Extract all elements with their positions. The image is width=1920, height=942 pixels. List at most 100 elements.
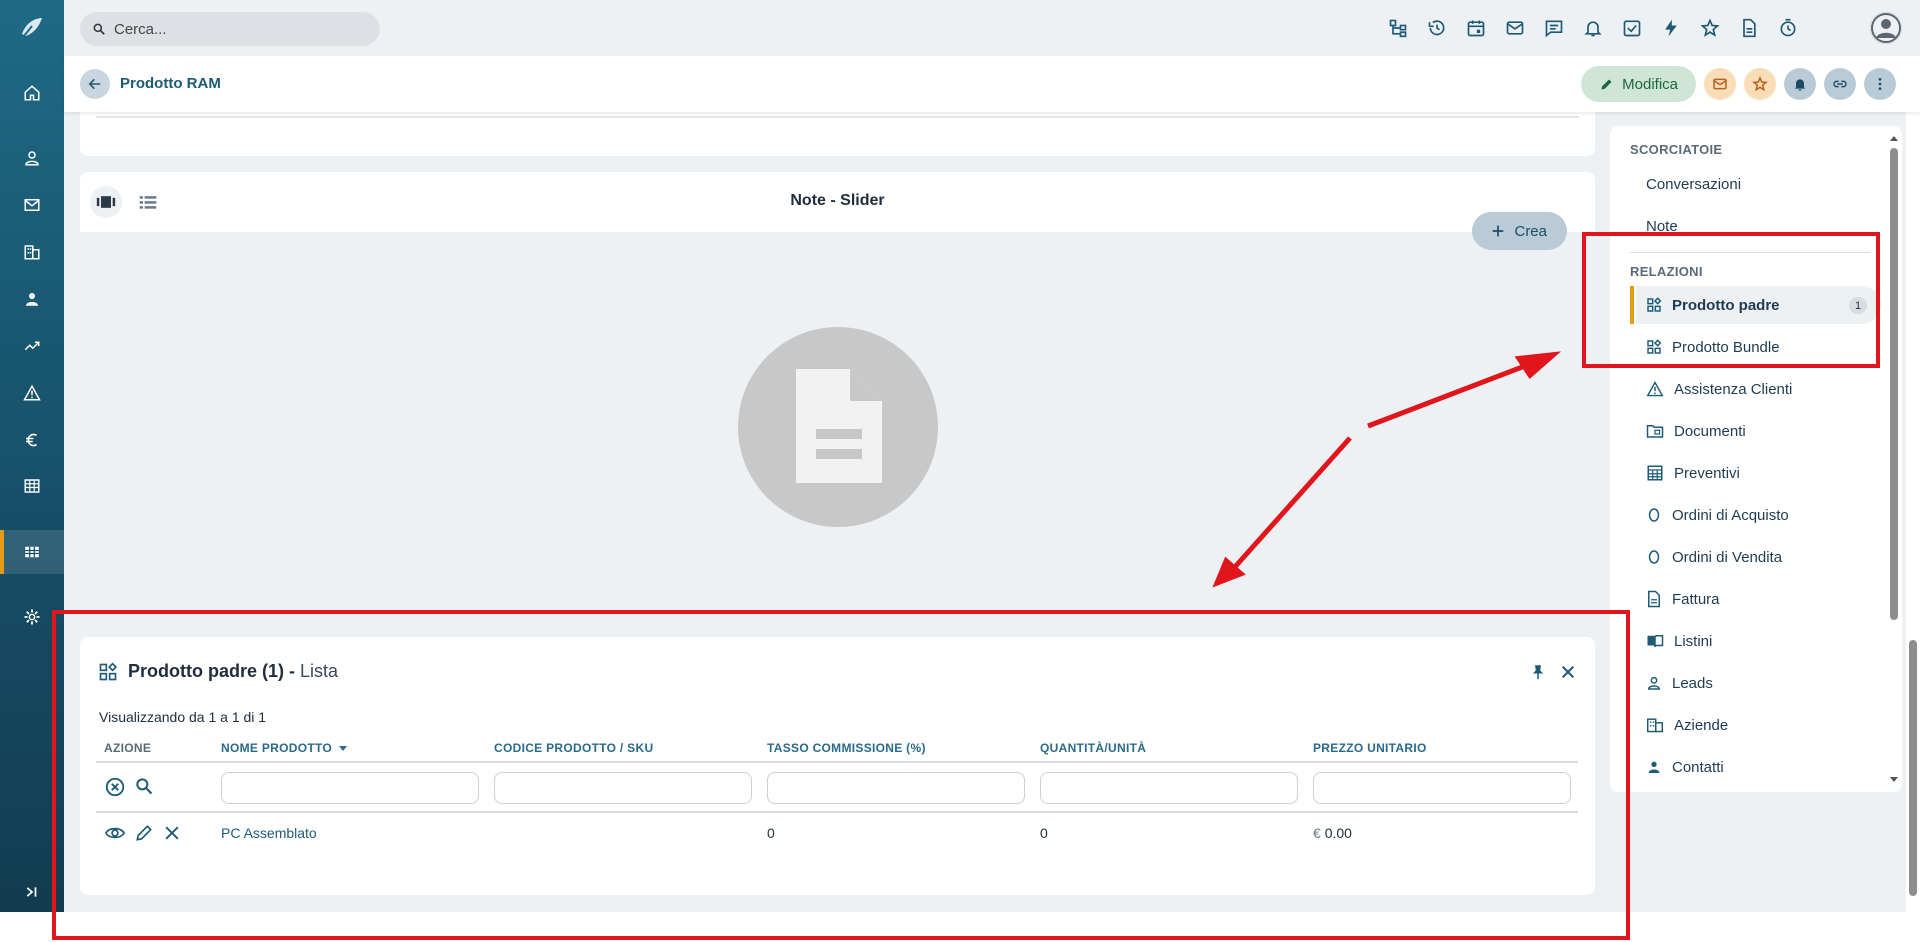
clear-filter-icon[interactable] bbox=[104, 776, 126, 798]
bolt-icon[interactable] bbox=[1658, 14, 1683, 42]
home-icon[interactable] bbox=[0, 71, 64, 115]
relation-customer-support-label: Assistenza Clienti bbox=[1674, 380, 1793, 398]
record-header: Prodotto RAM Modifica bbox=[64, 56, 1920, 112]
mail-icon[interactable] bbox=[1502, 14, 1527, 42]
user-icon bbox=[1647, 676, 1661, 690]
order-icon bbox=[1648, 508, 1660, 522]
contact-icon bbox=[1648, 761, 1660, 773]
filter-quantity-input[interactable] bbox=[1040, 772, 1298, 804]
filter-name-input[interactable] bbox=[221, 772, 479, 804]
create-note-button[interactable]: Crea bbox=[1472, 212, 1567, 250]
page-scrollbar[interactable] bbox=[1906, 126, 1920, 912]
search-box[interactable] bbox=[80, 12, 380, 46]
left-sidebar bbox=[0, 0, 64, 912]
plus-icon bbox=[1493, 225, 1504, 237]
shortcut-conversations[interactable]: Conversazioni bbox=[1636, 165, 1881, 203]
relation-contacts-label: Contatti bbox=[1672, 758, 1724, 776]
pin-icon[interactable] bbox=[1529, 663, 1547, 681]
col-commission[interactable]: TASSO COMMISSIONE (%) bbox=[767, 741, 926, 755]
relations-scroll-thumb[interactable] bbox=[1890, 148, 1898, 620]
header-actions: Modifica bbox=[1581, 66, 1896, 102]
search-filter-icon[interactable] bbox=[134, 776, 154, 796]
row-commission: 0 bbox=[767, 825, 775, 841]
col-price[interactable]: PREZZO UNITARIO bbox=[1313, 741, 1427, 755]
relation-quotes[interactable]: Preventivi bbox=[1636, 454, 1881, 492]
search-input[interactable] bbox=[114, 20, 354, 38]
check-icon[interactable] bbox=[1619, 14, 1644, 42]
parent-product-list-panel: Prodotto padre (1) - Lista Visualizzando… bbox=[80, 637, 1595, 895]
relations-label: RELAZIONI bbox=[1630, 264, 1703, 279]
user-icon[interactable] bbox=[0, 136, 64, 180]
notes-panel-header: Note - Slider bbox=[80, 172, 1595, 232]
search-icon bbox=[92, 22, 106, 36]
trend-icon[interactable] bbox=[0, 324, 64, 368]
building-icon[interactable] bbox=[0, 230, 64, 274]
relation-documents[interactable]: Documenti bbox=[1636, 412, 1881, 450]
row-product-name[interactable]: PC Assemblato bbox=[221, 825, 317, 841]
close-icon[interactable] bbox=[1559, 663, 1577, 681]
relation-contacts[interactable]: Contatti bbox=[1636, 748, 1881, 786]
back-button[interactable] bbox=[80, 69, 110, 99]
col-action: AZIONE bbox=[104, 741, 152, 755]
link-button[interactable] bbox=[1824, 68, 1856, 100]
expand-icon[interactable] bbox=[0, 870, 64, 914]
col-name[interactable]: NOME PRODOTTO bbox=[221, 741, 348, 755]
filter-row bbox=[96, 763, 1578, 813]
relations-scrollbar[interactable] bbox=[1888, 136, 1898, 782]
filter-price-input[interactable] bbox=[1313, 772, 1571, 804]
shortcut-conversations-label: Conversazioni bbox=[1646, 175, 1742, 193]
hierarchy-icon[interactable] bbox=[1385, 14, 1410, 42]
relation-customer-support[interactable]: Assistenza Clienti bbox=[1636, 370, 1881, 408]
list-panel-title: Prodotto padre (1) - Lista bbox=[98, 661, 338, 682]
grid-icon[interactable] bbox=[0, 530, 64, 574]
mail-icon[interactable] bbox=[0, 183, 64, 227]
relation-companies[interactable]: Aziende bbox=[1636, 706, 1881, 744]
warning-icon[interactable] bbox=[0, 371, 64, 415]
history-icon[interactable] bbox=[1424, 14, 1449, 42]
col-name-label: NOME PRODOTTO bbox=[221, 741, 333, 755]
relation-leads[interactable]: Leads bbox=[1636, 664, 1881, 702]
chat-icon[interactable] bbox=[1541, 14, 1566, 42]
pencil-icon bbox=[1601, 79, 1612, 89]
edit-button-label: Modifica bbox=[1622, 75, 1678, 93]
relation-purchase-orders[interactable]: Ordini di Acquisto bbox=[1636, 496, 1881, 534]
calendar-icon[interactable] bbox=[1463, 14, 1488, 42]
follow-button[interactable] bbox=[1784, 68, 1816, 100]
relation-parent-product[interactable]: Prodotto padre 1 bbox=[1630, 286, 1881, 324]
settings-icon[interactable] bbox=[0, 595, 64, 639]
more-button[interactable] bbox=[1864, 68, 1896, 100]
scroll-up-icon[interactable] bbox=[1889, 134, 1899, 142]
euro-icon[interactable] bbox=[0, 418, 64, 462]
email-button[interactable] bbox=[1704, 68, 1736, 100]
filter-code-input[interactable] bbox=[494, 772, 752, 804]
contact-icon[interactable] bbox=[0, 277, 64, 321]
page-scroll-thumb[interactable] bbox=[1909, 640, 1917, 896]
notes-slider-area bbox=[80, 232, 1595, 622]
timer-icon[interactable] bbox=[1775, 14, 1800, 42]
bell-icon bbox=[1794, 79, 1806, 91]
create-note-label: Crea bbox=[1514, 222, 1547, 240]
relation-price-lists[interactable]: Listini bbox=[1636, 622, 1881, 660]
relation-invoice[interactable]: Fattura bbox=[1636, 580, 1881, 618]
document-icon[interactable] bbox=[1736, 14, 1761, 42]
relation-companies-label: Aziende bbox=[1674, 716, 1729, 734]
relations-sidebar: SCORCIATOIE Conversazioni Note RELAZIONI… bbox=[1610, 126, 1902, 792]
avatar[interactable] bbox=[1870, 12, 1902, 44]
relation-sales-orders[interactable]: Ordini di Vendita bbox=[1636, 538, 1881, 576]
remove-icon[interactable] bbox=[162, 823, 182, 843]
page-title: Prodotto RAM bbox=[120, 75, 221, 92]
col-quantity[interactable]: QUANTITÀ/UNITÀ bbox=[1040, 741, 1146, 755]
shortcut-notes[interactable]: Note bbox=[1636, 207, 1881, 245]
edit-button[interactable]: Modifica bbox=[1581, 66, 1696, 102]
bell-icon[interactable] bbox=[1580, 14, 1605, 42]
star-icon[interactable] bbox=[1697, 14, 1722, 42]
scroll-down-icon[interactable] bbox=[1889, 776, 1899, 784]
view-icon[interactable] bbox=[104, 823, 126, 843]
favorite-button[interactable] bbox=[1744, 68, 1776, 100]
app-logo-icon[interactable] bbox=[14, 10, 50, 46]
relation-bundle-product[interactable]: Prodotto Bundle bbox=[1636, 328, 1881, 366]
table-icon[interactable] bbox=[0, 464, 64, 508]
filter-commission-input[interactable] bbox=[767, 772, 1025, 804]
edit-icon[interactable] bbox=[134, 823, 154, 843]
col-code[interactable]: CODICE PRODOTTO / SKU bbox=[494, 741, 653, 755]
